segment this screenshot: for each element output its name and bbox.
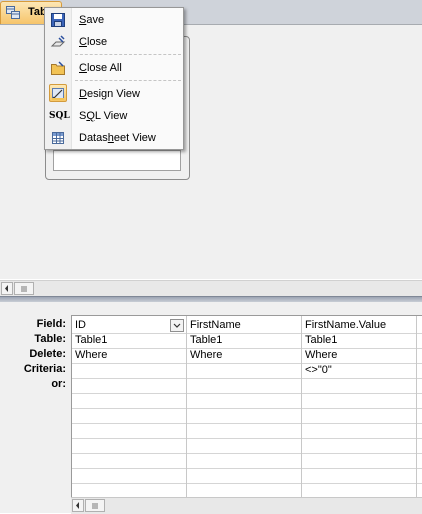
design-view-icon [52, 88, 64, 100]
menu-separator [75, 80, 181, 81]
grip-icon [21, 286, 27, 292]
grid-row-line [72, 438, 422, 439]
grid-horizontal-scrollbar[interactable] [71, 497, 422, 514]
row-label-or: or: [51, 378, 66, 390]
grid-row-line [72, 408, 422, 409]
menu-label-datasheet-view: Datasheet View [79, 132, 156, 144]
row-label-table: Table: [34, 333, 66, 345]
design-horizontal-scrollbar[interactable] [0, 280, 422, 297]
menu-separator [75, 54, 181, 55]
row-label-field: Field: [36, 318, 66, 330]
menu-label-close-all: Close All [79, 62, 122, 74]
qbe-grid: ID Table1 Where FirstName Table1 Where F… [71, 315, 422, 497]
menu-item-datasheet-view[interactable]: Datasheet View [45, 127, 183, 149]
menu-item-sql-view[interactable]: SQL SQL View [45, 105, 183, 127]
table-cell[interactable]: Table1 [190, 334, 222, 346]
grid-row-line [72, 453, 422, 454]
table-cell[interactable]: Table1 [305, 334, 337, 346]
query-icon [6, 6, 20, 19]
menu-label-sql-view: SQL View [79, 110, 128, 122]
scroll-left-button[interactable] [1, 282, 13, 295]
field-list-box [53, 150, 181, 171]
scroll-left-button[interactable] [72, 499, 84, 512]
grid-col-line [301, 316, 302, 497]
close-icon [50, 35, 66, 47]
grid-row-line [72, 393, 422, 394]
tab-context-menu: Save Close Close All Design View SQL SQL… [44, 7, 184, 150]
grid-row-line [72, 423, 422, 424]
grid-row-line [72, 363, 422, 364]
delete-cell[interactable]: Where [75, 349, 107, 361]
row-label-delete: Delete: [29, 348, 66, 360]
scroll-thumb[interactable] [85, 499, 105, 512]
chevron-down-icon [173, 323, 181, 328]
datasheet-icon [52, 132, 64, 144]
delete-cell[interactable]: Where [305, 349, 337, 361]
menu-item-save[interactable]: Save [45, 9, 183, 31]
table-cell[interactable]: Table1 [75, 334, 107, 346]
grid-row-line [72, 333, 422, 334]
sql-icon: SQL [49, 111, 70, 121]
menu-item-design-view[interactable]: Design View [45, 83, 183, 105]
menu-label-design-view: Design View [79, 88, 140, 100]
scroll-thumb[interactable] [14, 282, 34, 295]
delete-cell[interactable]: Where [190, 349, 222, 361]
menu-item-close-all[interactable]: Close All [45, 57, 183, 79]
grid-row-line [72, 483, 422, 484]
field-dropdown-button[interactable] [170, 319, 184, 332]
menu-item-close[interactable]: Close [45, 31, 183, 53]
field-cell[interactable]: FirstName [190, 319, 241, 331]
menu-label-save: Save [79, 14, 105, 26]
save-icon [51, 13, 65, 27]
close-all-icon [51, 61, 65, 75]
left-arrow-icon [76, 502, 79, 509]
grid-col-line [186, 316, 187, 497]
grid-col-line [416, 316, 417, 497]
menu-label-close: Close [79, 36, 108, 48]
row-label-criteria: Criteria: [23, 363, 66, 375]
criteria-cell[interactable]: <>"0" [305, 364, 332, 376]
query-design-grid-pane: Field: Table: Delete: Criteria: or: ID T… [0, 302, 422, 514]
field-cell[interactable]: ID [75, 319, 86, 331]
grid-row-line [72, 468, 422, 469]
grid-row-line [72, 348, 422, 349]
grid-row-line [72, 378, 422, 379]
field-cell[interactable]: FirstName.Value [305, 319, 386, 331]
grip-icon [92, 503, 98, 509]
left-arrow-icon [5, 285, 8, 292]
